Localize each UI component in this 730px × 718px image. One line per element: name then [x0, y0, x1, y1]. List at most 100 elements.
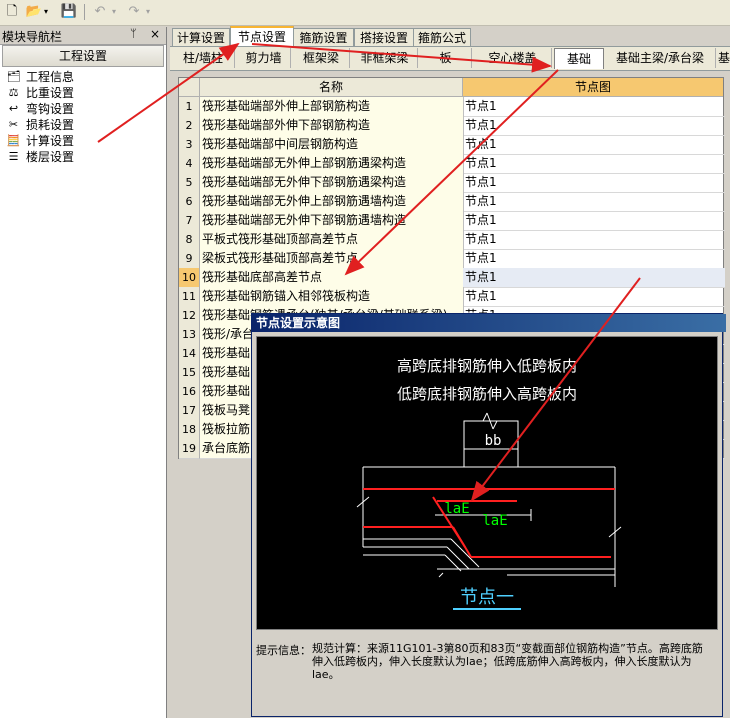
row-name-cell: 筏形基础钢筋锚入相邻筏板构造 — [200, 287, 464, 307]
dialog-title[interactable]: 节点设置示意图 — [252, 314, 726, 332]
diagram-label-lae-2: laE — [482, 513, 507, 529]
row-name-cell: 筏形基础端部中间层钢筋构造 — [200, 135, 464, 155]
toolbar-separator — [84, 4, 85, 20]
nav-title: 模块导航栏 — [2, 30, 63, 44]
nav-item[interactable]: ☰ 楼层设置 — [4, 149, 162, 165]
table-row[interactable]: 9 梁板式筏形基础顶部高差节点 节点1 — [179, 249, 725, 269]
row-number: 12 — [179, 306, 200, 326]
subtab[interactable]: 基础主梁/承台梁 — [605, 48, 716, 68]
row-number: 9 — [179, 249, 200, 269]
tab[interactable]: 箍筋公式 — [413, 28, 471, 47]
row-node-cell[interactable]: 节点1 — [463, 287, 725, 307]
tab[interactable]: 节点设置 — [230, 26, 294, 48]
table-row[interactable]: 10 筏形基础底部高差节点 节点1 — [179, 268, 725, 288]
loss-icon: ✂ — [8, 118, 19, 131]
subtab[interactable]: 非框架梁 — [352, 48, 418, 68]
row-number: 16 — [179, 382, 200, 402]
row-node-cell[interactable]: 节点1 — [463, 97, 725, 117]
dropdown-icon[interactable]: ▾ — [41, 3, 51, 21]
column-header-node[interactable]: 节点图 — [463, 78, 723, 97]
row-name-cell: 筏形基础端部外伸下部钢筋构造 — [200, 116, 464, 136]
row-name-cell: 筏形基础底部高差节点 — [200, 268, 464, 288]
new-icon[interactable]: 🗋 — [3, 3, 21, 21]
row-number: 1 — [179, 97, 200, 117]
close-icon[interactable]: × — [150, 27, 160, 41]
nav-section-header[interactable]: 工程设置 — [2, 45, 164, 67]
row-node-cell[interactable]: 节点1 — [463, 173, 725, 193]
node-diagram-canvas: 高跨底排钢筋伸入低跨板内 低跨底排钢筋伸入高跨板内 bb laE laE 节点一 — [256, 336, 718, 630]
row-node-cell[interactable]: 节点1 — [463, 211, 725, 231]
pin-icon[interactable]: ᛘ — [130, 27, 137, 40]
diagram-label-bb: bb — [485, 433, 502, 449]
row-number: 6 — [179, 192, 200, 212]
subtab[interactable]: 框架梁 — [293, 48, 350, 68]
row-name-cell: 筏形基础端部无外伸上部钢筋遇梁构造 — [200, 154, 464, 174]
row-number: 8 — [179, 230, 200, 250]
table-row[interactable]: 8 平板式筏形基础顶部高差节点 节点1 — [179, 230, 725, 250]
nav-item-label: 楼层设置 — [26, 150, 75, 164]
row-node-cell[interactable]: 节点1 — [463, 135, 725, 155]
row-node-cell[interactable]: 节点1 — [463, 116, 725, 136]
row-number: 11 — [179, 287, 200, 307]
diagram-label-lae-1: laE — [444, 501, 469, 517]
row-number: 14 — [179, 344, 200, 364]
subtab[interactable]: 基础 — [554, 48, 604, 69]
hook-icon: ↩ — [8, 102, 19, 115]
row-number: 18 — [179, 420, 200, 440]
row-number: 2 — [179, 116, 200, 136]
node-diagram-svg: 高跨底排钢筋伸入低跨板内 低跨底排钢筋伸入高跨板内 bb laE laE 节点一 — [356, 357, 622, 610]
save-icon[interactable]: 💾 — [60, 3, 78, 21]
info-label: 提示信息： — [256, 644, 311, 657]
table-row[interactable]: 11 筏形基础钢筋锚入相邻筏板构造 节点1 — [179, 287, 725, 307]
row-node-cell[interactable]: 节点1 — [463, 230, 725, 250]
subtab[interactable]: 剪力墙 — [237, 48, 291, 68]
nav-item-label: 比重设置 — [26, 86, 75, 100]
row-name-cell: 筏形基础端部无外伸下部钢筋遇墙构造 — [200, 211, 464, 231]
subtab[interactable]: 空心楼盖 — [474, 48, 552, 68]
row-number: 17 — [179, 401, 200, 421]
redo-dropdown-icon[interactable]: ▾ — [143, 3, 153, 21]
toolbar: 🗋 📂 ▾ 💾 ↶ ▾ ↷ ▾ — [0, 0, 730, 26]
table-row[interactable]: 3 筏形基础端部中间层钢筋构造 节点1 — [179, 135, 725, 155]
nav-item[interactable]: ⚖ 比重设置 — [4, 85, 162, 101]
table-row[interactable]: 7 筏形基础端部无外伸下部钢筋遇墙构造 节点1 — [179, 211, 725, 231]
table-row[interactable]: 1 筏形基础端部外伸上部钢筋构造 节点1 — [179, 97, 725, 117]
module-nav-panel: 模块导航栏 ᛘ × 工程设置 🗂 工程信息 ⚖ 比重设置 ↩ 弯钩设置 ✂ 损耗设置 🧮 计算设置… — [0, 27, 167, 718]
nav-item-label: 弯钩设置 — [26, 102, 75, 116]
row-number: 15 — [179, 363, 200, 383]
subtab[interactable]: 柱/墙柱 — [172, 48, 235, 68]
redo-icon[interactable]: ↷ — [125, 3, 143, 21]
table-row[interactable]: 4 筏形基础端部无外伸上部钢筋遇梁构造 节点1 — [179, 154, 725, 174]
undo-icon[interactable]: ↶ — [91, 3, 109, 21]
row-number: 4 — [179, 154, 200, 174]
row-name-cell: 梁板式筏形基础顶部高差节点 — [200, 249, 464, 269]
row-number-header — [179, 78, 200, 97]
column-header-name[interactable]: 名称 — [200, 78, 463, 97]
nav-item[interactable]: 🧮 计算设置 — [4, 133, 162, 149]
row-name-cell: 筏形基础端部外伸上部钢筋构造 — [200, 97, 464, 117]
tab[interactable]: 搭接设置 — [354, 28, 414, 47]
table-row[interactable]: 5 筏形基础端部无外伸下部钢筋遇梁构造 节点1 — [179, 173, 725, 193]
row-number: 5 — [179, 173, 200, 193]
tab[interactable]: 计算设置 — [172, 28, 230, 47]
diagram-node-label: 节点一 — [460, 587, 514, 608]
row-node-cell[interactable]: 节点1 — [463, 249, 725, 269]
row-node-cell[interactable]: 节点1 — [463, 192, 725, 212]
table-row[interactable]: 2 筏形基础端部外伸下部钢筋构造 节点1 — [179, 116, 725, 136]
tab[interactable]: 箍筋设置 — [293, 28, 354, 47]
table-row[interactable]: 6 筏形基础端部无外伸上部钢筋遇墙构造 节点1 — [179, 192, 725, 212]
subtab[interactable]: 基 — [718, 48, 730, 68]
nav-title-bar: 模块导航栏 ᛘ × — [0, 27, 166, 45]
row-node-cell[interactable]: 节点1 — [463, 268, 725, 288]
calc-icon: 🧮 — [6, 134, 21, 147]
nav-item[interactable]: 🗂 工程信息 — [4, 69, 162, 85]
nav-item[interactable]: ✂ 损耗设置 — [4, 117, 162, 133]
undo-dropdown-icon[interactable]: ▾ — [109, 3, 119, 21]
row-number: 13 — [179, 325, 200, 345]
subtab[interactable]: 板 — [420, 48, 472, 68]
diagram-text-line2: 低跨底排钢筋伸入高跨板内 — [397, 385, 577, 403]
nav-item[interactable]: ↩ 弯钩设置 — [4, 101, 162, 117]
row-number: 10 — [179, 268, 200, 288]
row-node-cell[interactable]: 节点1 — [463, 154, 725, 174]
nav-item-label: 工程信息 — [26, 70, 75, 84]
